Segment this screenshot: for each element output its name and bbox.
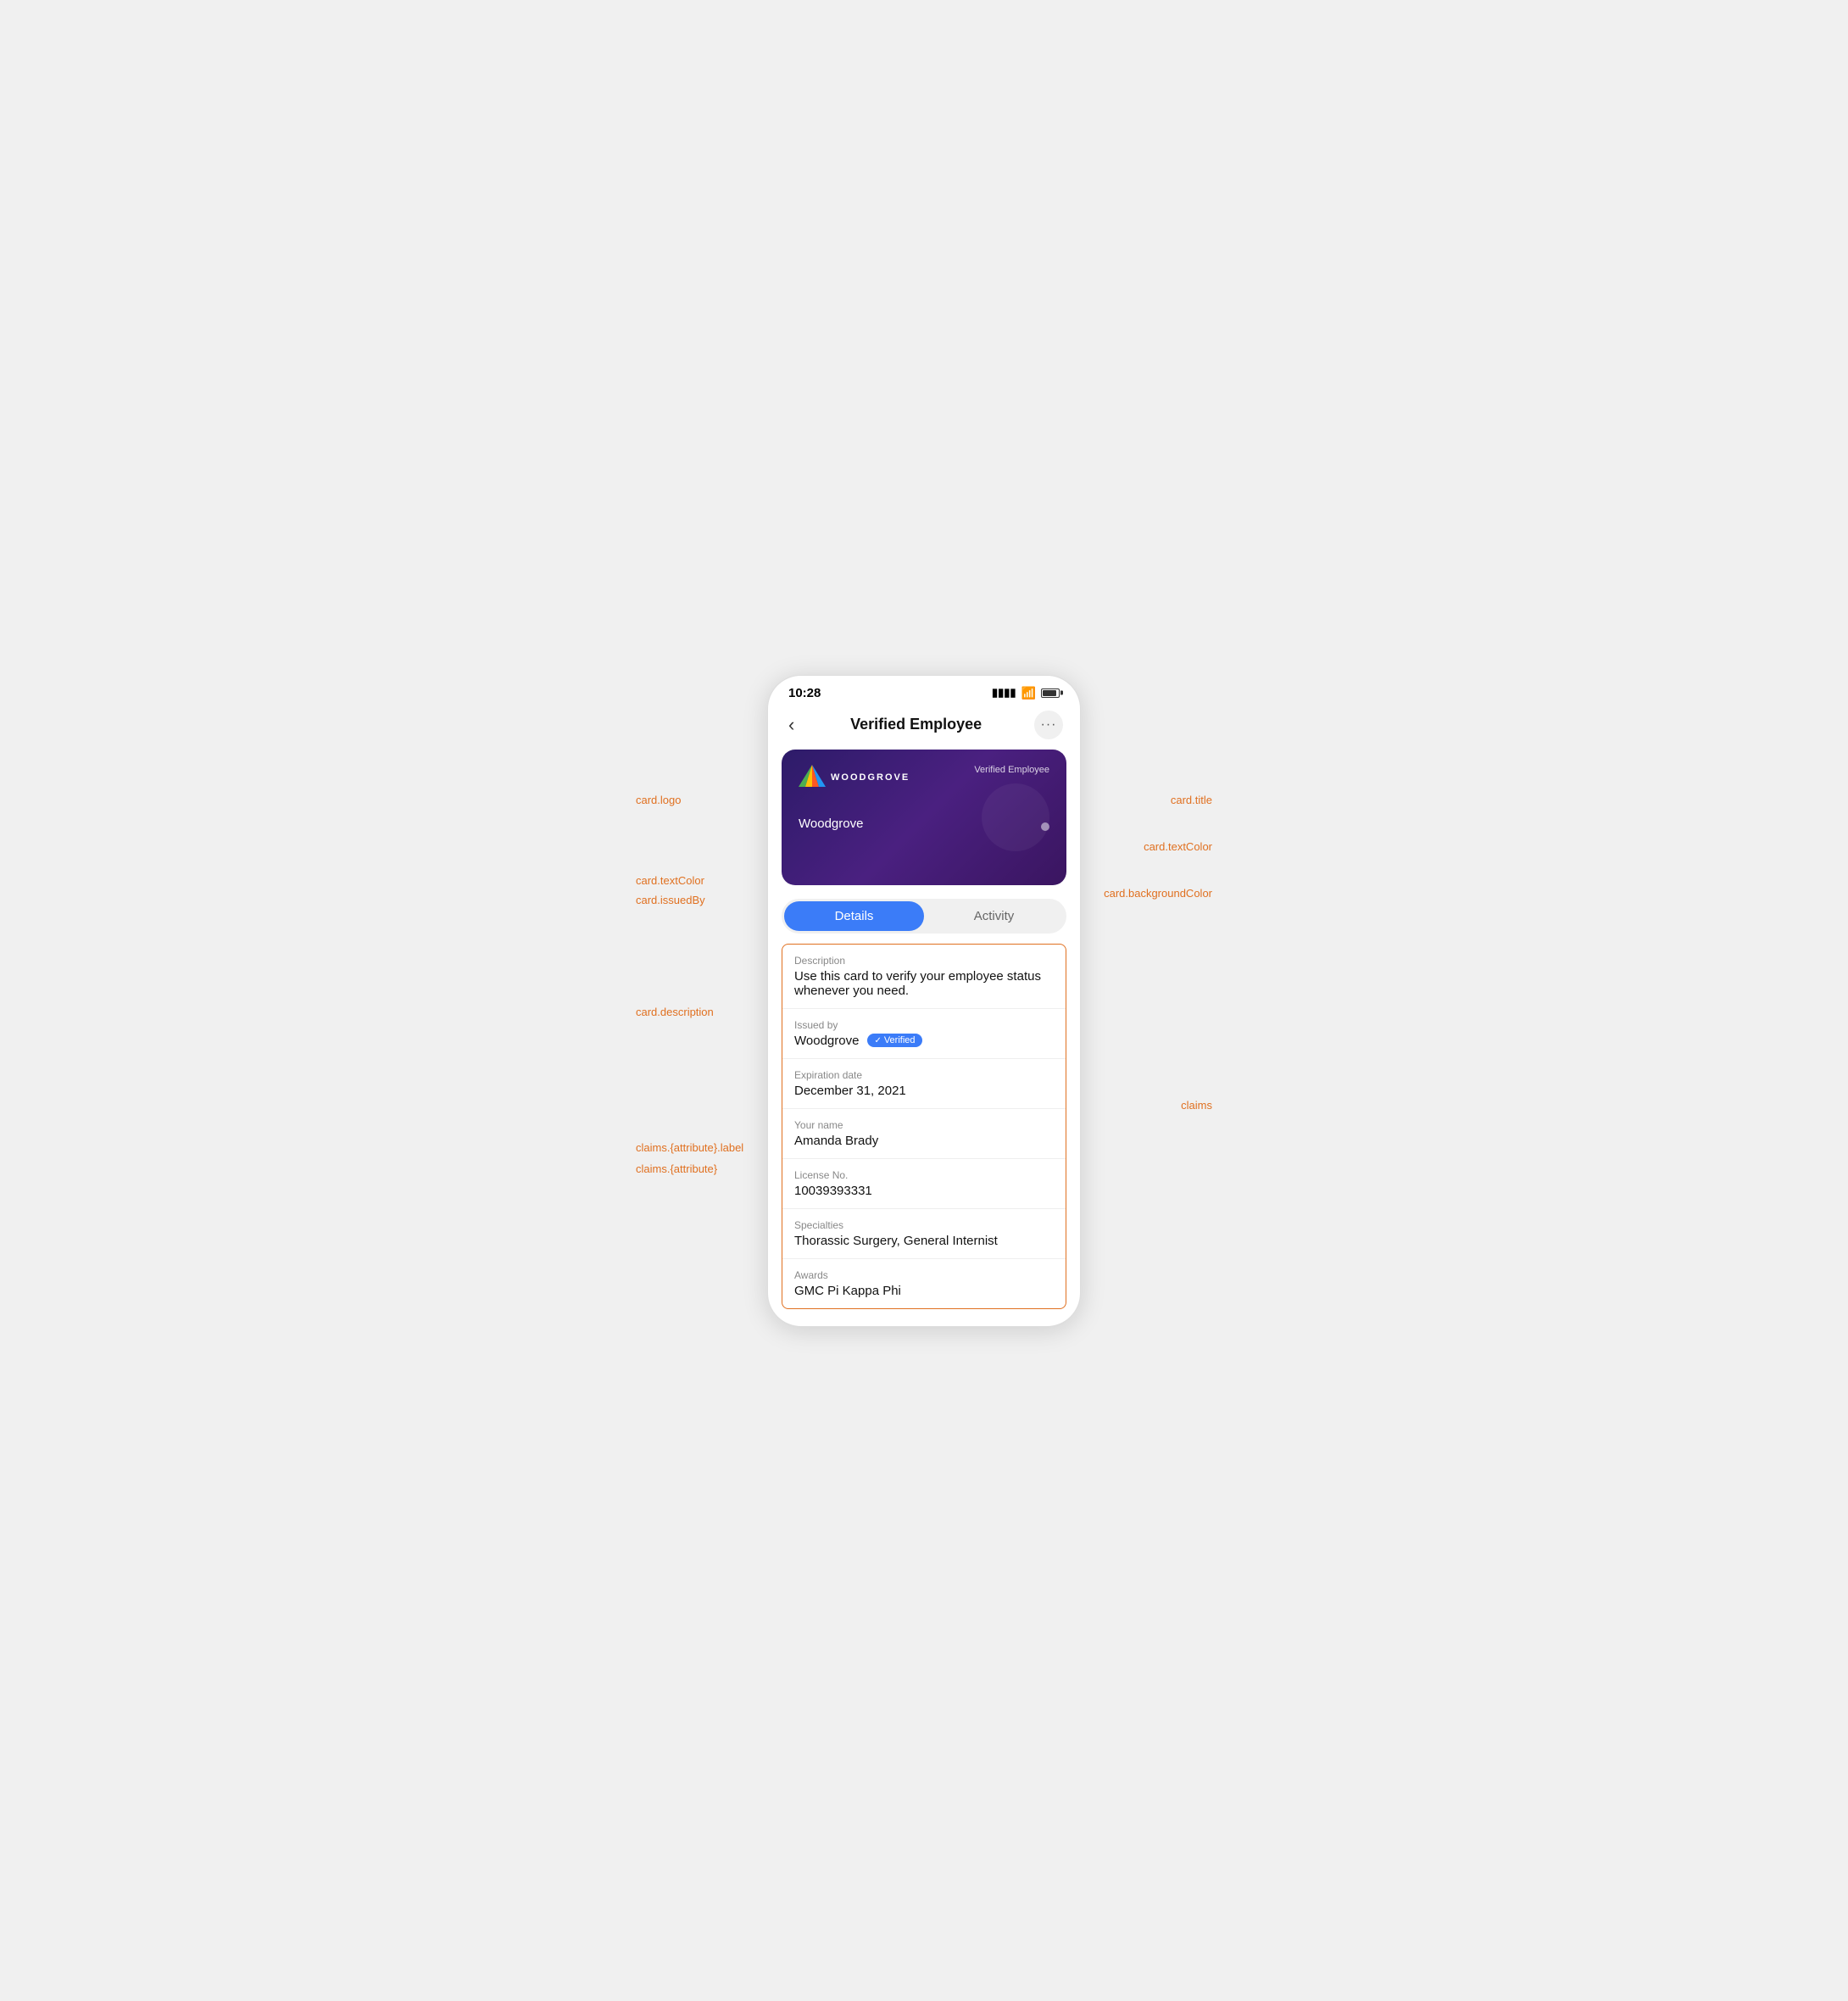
description-value: Use this card to verify your employee st… [794, 969, 1054, 998]
your-name-value: Amanda Brady [794, 1134, 1054, 1148]
woodgrove-logo [799, 765, 826, 791]
card-logo: WOODGROVE [799, 765, 910, 791]
detail-your-name: Your name Amanda Brady [782, 1109, 1066, 1159]
detail-description: Description Use this card to verify your… [782, 945, 1066, 1009]
tab-details[interactable]: Details [784, 901, 924, 931]
logo-text: WOODGROVE [831, 772, 910, 783]
card-footer: Woodgrove [799, 817, 1049, 831]
ann-card-issued-by: card.issuedBy [636, 894, 705, 906]
status-bar: 10:28 ▮▮▮▮ 📶 [768, 676, 1080, 707]
expiration-value: December 31, 2021 [794, 1084, 1054, 1098]
license-value: 10039393331 [794, 1184, 1054, 1198]
your-name-label: Your name [794, 1119, 1054, 1131]
detail-awards: Awards GMC Pi Kappa Phi [782, 1259, 1066, 1308]
ann-claims-attr: claims.{attribute} [636, 1162, 717, 1175]
detail-issued-by: Issued by Woodgrove ✓ Verified [782, 1009, 1066, 1059]
awards-value: GMC Pi Kappa Phi [794, 1284, 1054, 1298]
tabs-container: Details Activity [782, 899, 1066, 934]
issued-by-label: Issued by [794, 1019, 1054, 1031]
specialties-value: Thorassic Surgery, General Internist [794, 1234, 1054, 1248]
verified-label: Verified [884, 1035, 916, 1045]
ann-card-bg-color: card.backgroundColor [1104, 887, 1212, 900]
ann-card-logo: card.logo [636, 794, 681, 806]
detail-specialties: Specialties Thorassic Surgery, General I… [782, 1209, 1066, 1259]
wifi-icon: 📶 [1021, 686, 1036, 700]
expiration-label: Expiration date [794, 1069, 1054, 1081]
phone-frame: 10:28 ▮▮▮▮ 📶 ‹ Verified Employee ··· [767, 675, 1081, 1327]
card-issuer: Woodgrove [799, 817, 863, 831]
description-label: Description [794, 955, 1054, 967]
ann-card-title: card.title [1171, 794, 1212, 806]
issued-by-value-row: Woodgrove ✓ Verified [794, 1034, 1054, 1048]
detail-expiration: Expiration date December 31, 2021 [782, 1059, 1066, 1109]
license-label: License No. [794, 1169, 1054, 1181]
details-content: Description Use this card to verify your… [782, 944, 1066, 1309]
ann-card-description: card.description [636, 1006, 714, 1018]
tab-activity[interactable]: Activity [924, 901, 1064, 931]
card-header: WOODGROVE Verified Employee [799, 765, 1049, 791]
page-title: Verified Employee [850, 716, 982, 733]
verified-badge: ✓ Verified [867, 1034, 921, 1047]
card-dot [1041, 822, 1049, 831]
nav-bar: ‹ Verified Employee ··· [768, 707, 1080, 750]
page-wrapper: card.logo card.title card.textColor card… [627, 624, 1221, 1378]
ann-card-text-color-left: card.textColor [636, 874, 704, 887]
more-icon: ··· [1041, 717, 1057, 733]
issued-by-value: Woodgrove [794, 1034, 859, 1048]
ann-claims: claims [1181, 1099, 1212, 1112]
back-button[interactable]: ‹ [785, 711, 798, 739]
more-button[interactable]: ··· [1034, 711, 1063, 739]
ann-claims-attr-label: claims.{attribute}.label [636, 1141, 743, 1154]
awards-label: Awards [794, 1269, 1054, 1281]
status-time: 10:28 [788, 686, 821, 700]
status-icons: ▮▮▮▮ 📶 [992, 686, 1060, 700]
credential-card: WOODGROVE Verified Employee Woodgrove [782, 750, 1066, 885]
card-title-badge: Verified Employee [974, 765, 1049, 775]
battery-icon [1041, 688, 1060, 698]
ann-card-text-color: card.textColor [1144, 840, 1212, 853]
detail-license: License No. 10039393331 [782, 1159, 1066, 1209]
signal-icon: ▮▮▮▮ [992, 686, 1016, 700]
specialties-label: Specialties [794, 1219, 1054, 1231]
verified-check-icon: ✓ [874, 1036, 881, 1045]
